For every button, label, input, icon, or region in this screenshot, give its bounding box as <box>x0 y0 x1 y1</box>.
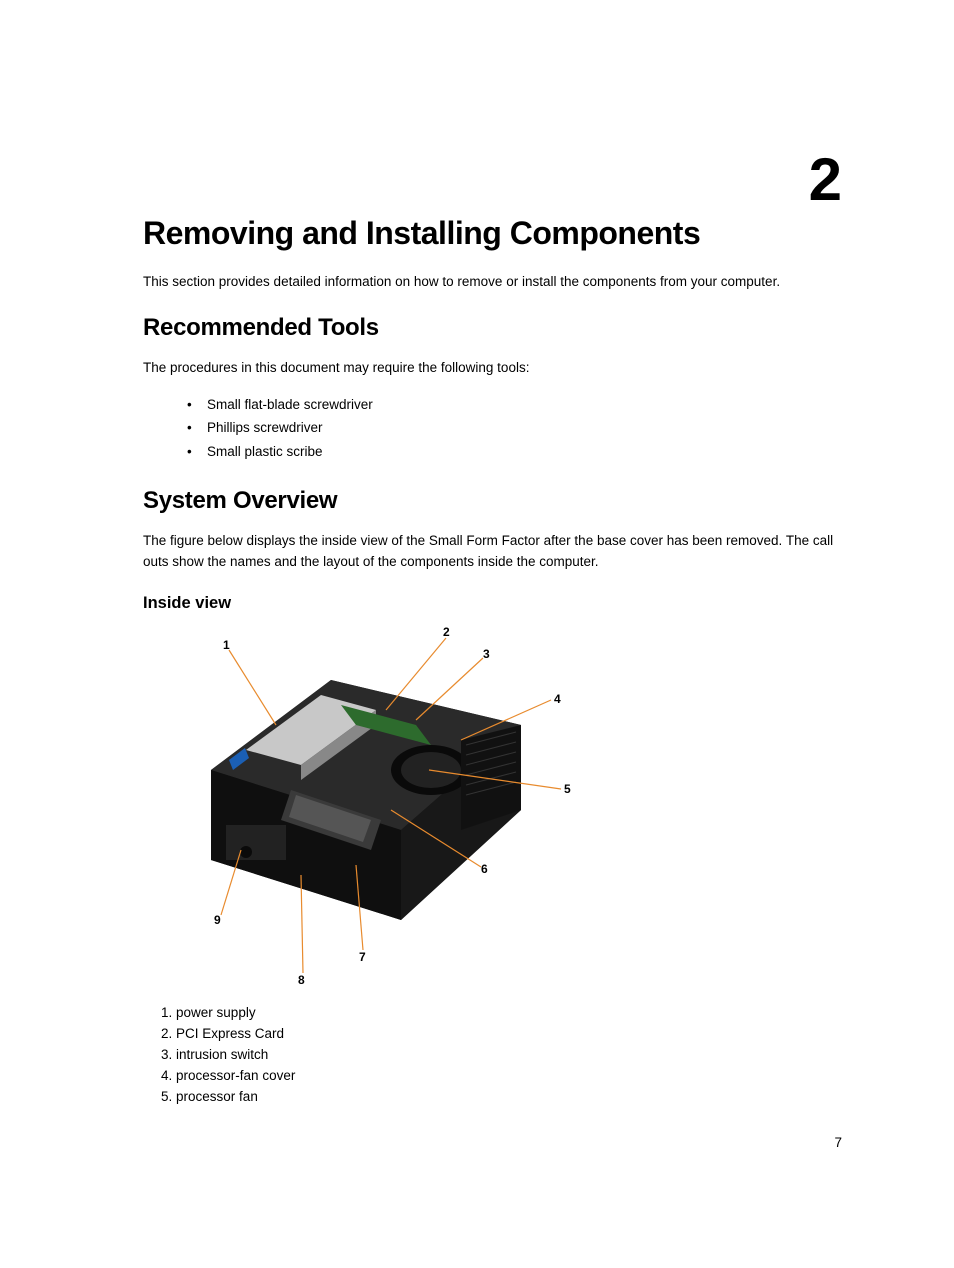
tools-text: The procedures in this document may requ… <box>143 358 844 378</box>
callout-3: 3 <box>483 647 490 661</box>
callout-8: 8 <box>298 973 305 987</box>
subheading-inside-view: Inside view <box>143 594 844 613</box>
callout-9: 9 <box>214 913 221 927</box>
intro-paragraph: This section provides detailed informati… <box>143 272 844 292</box>
page-title: Removing and Installing Components <box>143 215 844 252</box>
list-item: power supply <box>161 1003 844 1024</box>
callout-4: 4 <box>554 692 561 706</box>
callout-2: 2 <box>443 625 450 639</box>
list-item: processor fan <box>161 1087 844 1108</box>
inside-view-figure: 1 2 3 4 5 6 7 8 9 <box>161 625 571 995</box>
chapter-number: 2 <box>809 145 842 214</box>
list-item: PCI Express Card <box>161 1024 844 1045</box>
callout-5: 5 <box>564 782 571 796</box>
list-item: intrusion switch <box>161 1045 844 1066</box>
section-heading-tools: Recommended Tools <box>143 314 844 342</box>
list-item: processor-fan cover <box>161 1066 844 1087</box>
list-item: Small flat-blade screwdriver <box>187 393 844 417</box>
callout-lines <box>161 625 571 995</box>
callout-legend-list: power supply PCI Express Card intrusion … <box>161 1003 844 1108</box>
page-number: 7 <box>834 1135 842 1150</box>
section-heading-overview: System Overview <box>143 487 844 515</box>
callout-6: 6 <box>481 862 488 876</box>
tools-list: Small flat-blade screwdriver Phillips sc… <box>187 393 844 464</box>
overview-text: The figure below displays the inside vie… <box>143 531 844 572</box>
callout-1: 1 <box>223 638 230 652</box>
list-item: Small plastic scribe <box>187 440 844 464</box>
callout-7: 7 <box>359 950 366 964</box>
list-item: Phillips screwdriver <box>187 416 844 440</box>
